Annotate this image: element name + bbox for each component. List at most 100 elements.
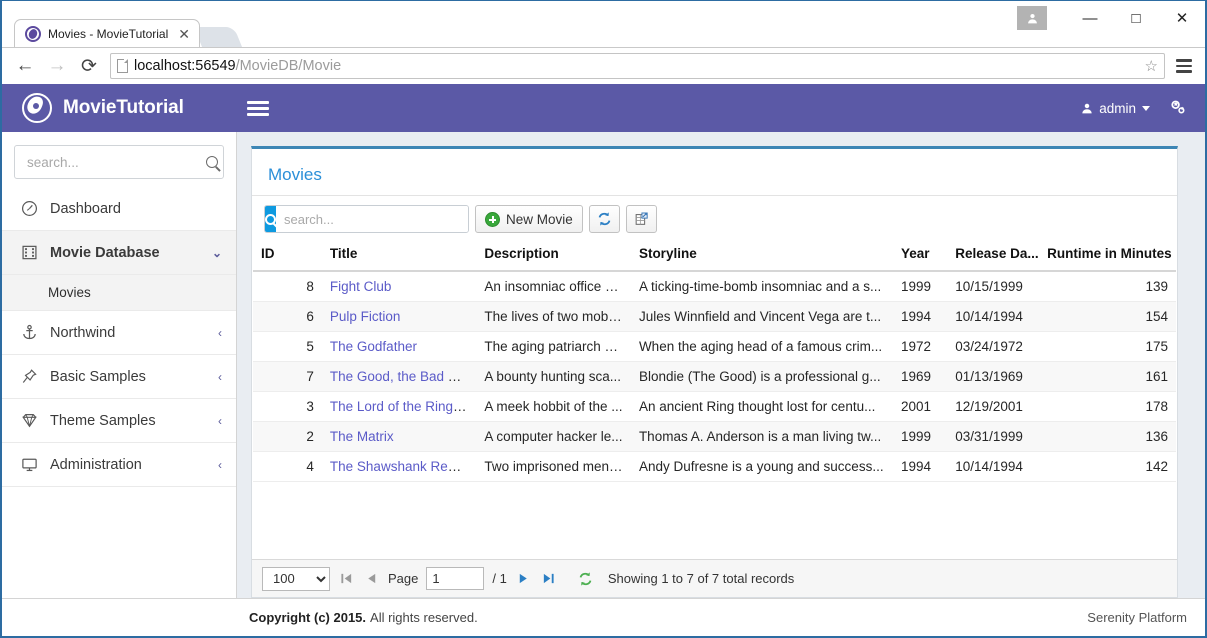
column-header-year[interactable]: Year bbox=[893, 240, 947, 271]
maximize-button[interactable]: □ bbox=[1113, 3, 1159, 33]
table-row[interactable]: 6Pulp FictionThe lives of two mob ...Jul… bbox=[253, 302, 1176, 332]
next-page-button[interactable] bbox=[515, 572, 532, 585]
cell-title[interactable]: The Matrix bbox=[322, 422, 477, 452]
movie-title-link[interactable]: The Godfather bbox=[330, 339, 417, 354]
sidebar-search[interactable] bbox=[14, 145, 224, 179]
cell-title[interactable]: The Good, the Bad an... bbox=[322, 362, 477, 392]
cell-year: 1999 bbox=[893, 271, 947, 302]
table-row[interactable]: 5The GodfatherThe aging patriarch of...W… bbox=[253, 332, 1176, 362]
cell-title[interactable]: Pulp Fiction bbox=[322, 302, 477, 332]
app-navbar: MovieTutorial admin bbox=[2, 84, 1205, 132]
cell-release-date: 03/31/1999 bbox=[947, 422, 1039, 452]
movie-title-link[interactable]: The Good, the Bad an... bbox=[330, 369, 474, 384]
last-page-button[interactable] bbox=[540, 572, 557, 585]
close-tab-icon[interactable]: ✕ bbox=[175, 27, 193, 41]
column-picker-button[interactable] bbox=[626, 205, 657, 233]
search-icon[interactable] bbox=[206, 156, 218, 168]
movie-title-link[interactable]: Pulp Fiction bbox=[330, 309, 401, 324]
sidebar-submenu-movie-database: Movies bbox=[2, 275, 236, 311]
diamond-icon bbox=[20, 412, 38, 430]
cell-runtime: 178 bbox=[1039, 392, 1176, 422]
window-controls: — □ ✕ bbox=[1017, 1, 1205, 35]
column-header-title[interactable]: Title bbox=[322, 240, 477, 271]
profile-badge-icon[interactable] bbox=[1017, 6, 1047, 30]
serenity-logo-icon bbox=[22, 93, 52, 123]
movies-table-body: 8Fight ClubAn insomniac office w...A tic… bbox=[253, 271, 1176, 482]
page-label: Page bbox=[388, 571, 418, 586]
page-info-icon[interactable] bbox=[117, 59, 128, 73]
cell-id: 8 bbox=[253, 271, 322, 302]
quick-search[interactable] bbox=[264, 205, 469, 233]
first-page-button[interactable] bbox=[338, 572, 355, 585]
sidebar-item-movies[interactable]: Movies bbox=[2, 275, 236, 311]
sidebar-search-input[interactable] bbox=[25, 154, 206, 171]
search-icon bbox=[265, 214, 276, 225]
cell-title[interactable]: The Godfather bbox=[322, 332, 477, 362]
url-bar[interactable]: localhost:56549/MovieDB/Movie ☆ bbox=[110, 53, 1165, 79]
cell-runtime: 175 bbox=[1039, 332, 1176, 362]
movie-title-link[interactable]: Fight Club bbox=[330, 279, 392, 294]
sidebar-item-administration[interactable]: Administration ‹ bbox=[2, 443, 236, 487]
grid-export-icon bbox=[633, 211, 650, 227]
user-menu[interactable]: admin bbox=[1081, 101, 1150, 116]
page-number-input[interactable] bbox=[426, 567, 484, 590]
search-button[interactable] bbox=[265, 206, 276, 232]
table-row[interactable]: 7The Good, the Bad an...A bounty hunting… bbox=[253, 362, 1176, 392]
new-movie-label: New Movie bbox=[506, 212, 573, 227]
sidebar-item-theme-samples[interactable]: Theme Samples ‹ bbox=[2, 399, 236, 443]
sidebar-item-northwind[interactable]: Northwind ‹ bbox=[2, 311, 236, 355]
table-row[interactable]: 3 The Lord of the Rings:...A meek hobbit … bbox=[253, 392, 1176, 422]
column-header-description[interactable]: Description bbox=[476, 240, 631, 271]
column-header-release-date[interactable]: Release Da... bbox=[947, 240, 1039, 271]
cell-description: A bounty hunting sca... bbox=[476, 362, 631, 392]
browser-menu-icon[interactable] bbox=[1171, 53, 1197, 79]
table-row[interactable]: 2The MatrixA computer hacker le...Thomas… bbox=[253, 422, 1176, 452]
cell-title[interactable]: The Lord of the Rings:... bbox=[322, 392, 477, 422]
pager-refresh-button[interactable] bbox=[575, 571, 596, 587]
cell-description: A meek hobbit of the ... bbox=[476, 392, 631, 422]
column-header-runtime[interactable]: Runtime in Minutes bbox=[1039, 240, 1176, 271]
quick-search-input[interactable] bbox=[276, 206, 468, 232]
close-window-button[interactable]: ✕ bbox=[1159, 3, 1205, 33]
column-header-storyline[interactable]: Storyline bbox=[631, 240, 893, 271]
page-size-select[interactable]: 100 bbox=[262, 567, 330, 591]
previous-page-button[interactable] bbox=[363, 572, 380, 585]
new-movie-button[interactable]: New Movie bbox=[475, 205, 583, 233]
bookmark-star-icon[interactable]: ☆ bbox=[1145, 57, 1158, 75]
cell-storyline: When the aging head of a famous crim... bbox=[631, 332, 893, 362]
cell-storyline: Andy Dufresne is a young and success... bbox=[631, 452, 893, 482]
cell-title[interactable]: The Shawshank Rede... bbox=[322, 452, 477, 482]
new-tab-button[interactable] bbox=[194, 27, 242, 47]
sidebar-item-dashboard[interactable]: Dashboard bbox=[2, 187, 236, 231]
movies-table: ID Title Description Storyline Year Rele… bbox=[253, 240, 1176, 482]
movie-title-link[interactable]: The Matrix bbox=[330, 429, 394, 444]
refresh-icon bbox=[577, 571, 594, 587]
user-name: admin bbox=[1099, 101, 1136, 116]
table-row[interactable]: 8Fight ClubAn insomniac office w...A tic… bbox=[253, 271, 1176, 302]
cell-storyline: Thomas A. Anderson is a man living tw... bbox=[631, 422, 893, 452]
app-brand[interactable]: MovieTutorial bbox=[2, 84, 237, 132]
page-title: Movies bbox=[252, 149, 1177, 196]
movie-title-link[interactable]: The Shawshank Rede... bbox=[330, 459, 474, 474]
sidebar-item-basic-samples[interactable]: Basic Samples ‹ bbox=[2, 355, 236, 399]
cell-description: An insomniac office w... bbox=[476, 271, 631, 302]
back-button[interactable]: ← bbox=[10, 52, 40, 80]
reload-button[interactable]: ⟳ bbox=[74, 52, 104, 80]
footer-left: Copyright (c) 2015. All rights reserved.… bbox=[237, 610, 1187, 625]
cell-id: 3 bbox=[253, 392, 322, 422]
gears-icon[interactable] bbox=[1170, 100, 1187, 116]
browser-tab[interactable]: Movies - MovieTutorial ✕ bbox=[14, 19, 200, 47]
sidebar-item-movie-database[interactable]: Movie Database ⌄ bbox=[2, 231, 236, 275]
refresh-button[interactable] bbox=[589, 205, 620, 233]
column-header-id[interactable]: ID bbox=[253, 240, 322, 271]
table-row[interactable]: 4The Shawshank Rede...Two imprisoned men… bbox=[253, 452, 1176, 482]
cell-title[interactable]: Fight Club bbox=[322, 271, 477, 302]
cell-year: 1994 bbox=[893, 302, 947, 332]
sidebar-toggle-icon[interactable] bbox=[247, 101, 269, 116]
footer-platform: Serenity Platform bbox=[1087, 610, 1187, 625]
app-brand-text: MovieTutorial bbox=[63, 97, 184, 119]
minimize-button[interactable]: — bbox=[1067, 3, 1113, 33]
movie-title-link[interactable]: The Lord of the Rings:... bbox=[330, 399, 475, 414]
sidebar-item-label: Movie Database bbox=[50, 245, 200, 261]
cell-storyline: Jules Winnfield and Vincent Vega are t..… bbox=[631, 302, 893, 332]
